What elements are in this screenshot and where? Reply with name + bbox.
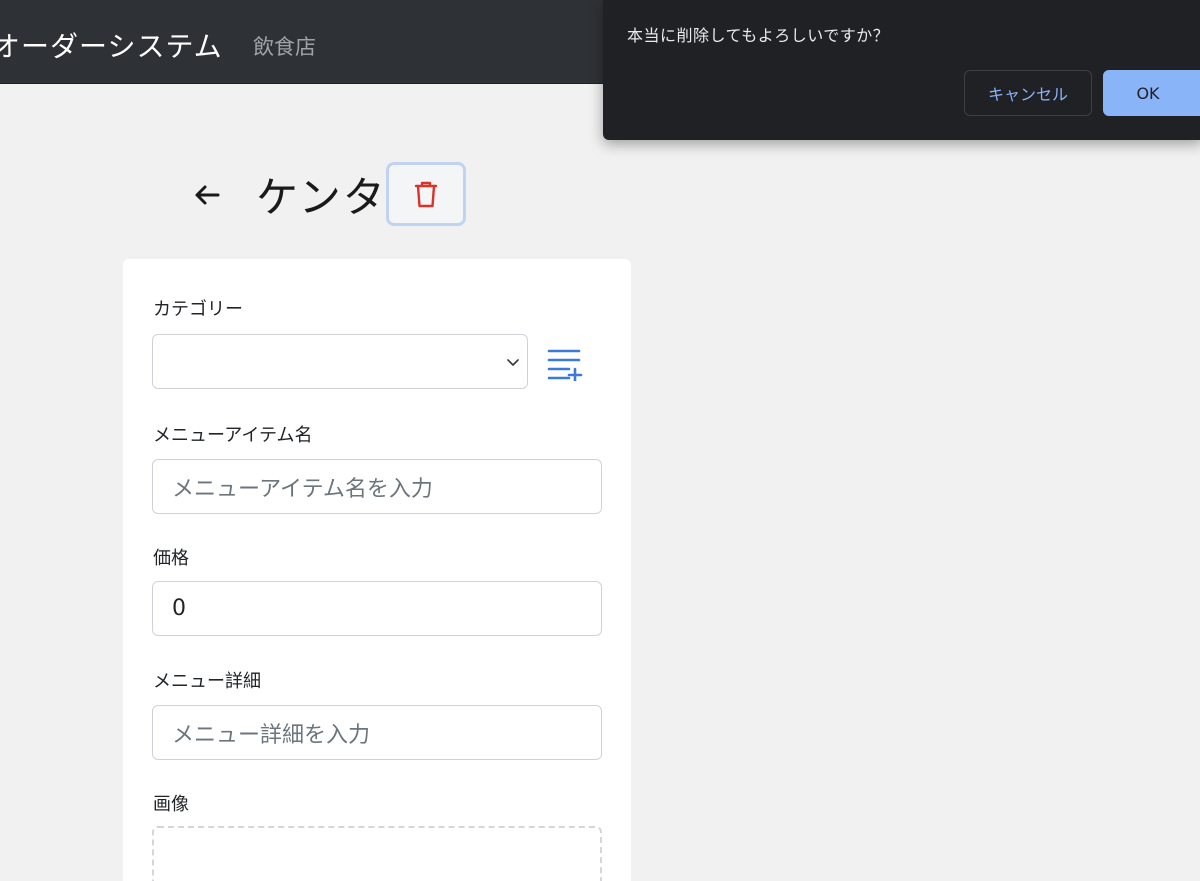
cancel-button[interactable]: キャンセル bbox=[964, 70, 1092, 116]
description-input[interactable]: メニュー詳細を入力 bbox=[152, 705, 602, 760]
chevron-down-icon bbox=[507, 359, 519, 366]
price-label: 価格 bbox=[153, 548, 189, 569]
dialog-message: 本当に削除してもよろしいですか？ bbox=[627, 26, 890, 45]
item-name-input[interactable]: メニューアイテム名を入力 bbox=[152, 459, 602, 514]
category-label: カテゴリー bbox=[153, 299, 243, 320]
image-dropzone[interactable] bbox=[152, 826, 602, 881]
page-title: ケンタ bbox=[256, 173, 387, 222]
add-category-icon[interactable] bbox=[547, 347, 583, 381]
item-name-label: メニューアイテム名 bbox=[153, 425, 313, 446]
description-label: メニュー詳細 bbox=[153, 671, 261, 692]
trash-icon bbox=[414, 181, 438, 208]
confirm-dialog: 本当に削除してもよろしいですか？ キャンセル OK bbox=[603, 0, 1200, 140]
back-arrow-icon[interactable] bbox=[190, 178, 224, 212]
category-select[interactable] bbox=[152, 334, 528, 389]
price-input[interactable]: 0 bbox=[152, 581, 602, 636]
image-label: 画像 bbox=[153, 794, 189, 815]
delete-button[interactable] bbox=[386, 162, 466, 226]
app-brand[interactable]: オーダーシステム bbox=[0, 25, 223, 65]
nav-restaurant-link[interactable]: 飲食店 bbox=[253, 31, 316, 61]
ok-button[interactable]: OK bbox=[1103, 70, 1200, 116]
menu-item-form-card: カテゴリー メニューアイテム名 メニューアイテム名を入力 価格 0 メニュー詳細… bbox=[123, 259, 631, 881]
